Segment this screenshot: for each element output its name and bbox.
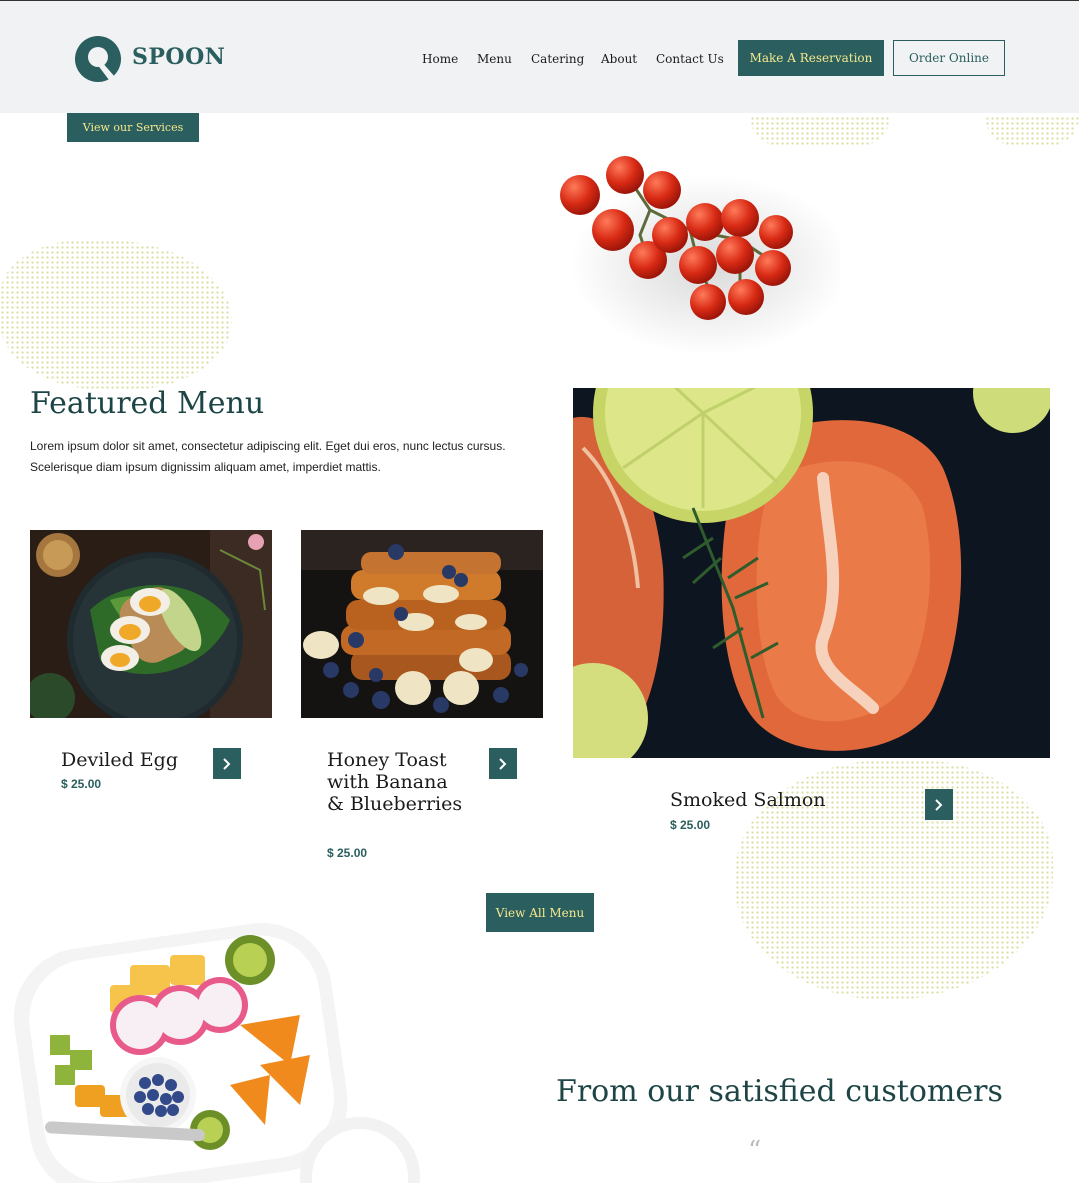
dish-arrow-button[interactable] <box>213 748 241 779</box>
nav-about[interactable]: About <box>601 52 637 66</box>
view-all-menu-button[interactable]: View All Menu <box>486 893 594 932</box>
dish-price: $ 25.00 <box>61 777 102 791</box>
nav-menu[interactable]: Menu <box>477 52 512 66</box>
dish-name[interactable]: Smoked Salmon <box>670 789 890 811</box>
nav-home[interactable]: Home <box>422 52 458 66</box>
site-header: SPOON Home Menu Catering About Contact U… <box>0 1 1079 113</box>
order-online-button[interactable]: Order Online <box>893 40 1005 76</box>
featured-menu-description: Lorem ipsum dolor sit amet, consectetur … <box>30 439 506 474</box>
dish-name[interactable]: Deviled Egg <box>61 749 211 771</box>
dish-price: $ 25.00 <box>327 846 368 860</box>
honey-toast-photo[interactable] <box>301 530 543 718</box>
brand-name[interactable]: SPOON <box>132 44 225 70</box>
chevron-right-icon <box>499 757 507 770</box>
chevron-right-icon <box>935 798 943 811</box>
view-services-button[interactable]: View our Services <box>67 113 199 142</box>
chevron-right-icon <box>223 757 231 770</box>
testimonials-title: From our satisfied customers <box>556 1074 1003 1109</box>
dish-price: $ 25.00 <box>670 818 711 832</box>
make-reservation-button[interactable]: Make A Reservation <box>738 40 884 76</box>
speckle-texture-top-right-2 <box>985 116 1079 146</box>
featured-menu-title: Featured Menu <box>30 386 265 421</box>
quote-icon: “ <box>748 1136 762 1166</box>
spoon-logo-icon[interactable] <box>75 36 121 82</box>
nav-contact[interactable]: Contact Us <box>656 52 724 66</box>
deviled-egg-photo[interactable] <box>30 530 272 718</box>
dish-name[interactable]: Honey Toast with Banana & Blueberries <box>327 749 467 815</box>
speckle-texture-left <box>0 240 232 390</box>
nav-catering[interactable]: Catering <box>531 52 584 66</box>
dish-arrow-button[interactable] <box>925 789 953 820</box>
cherry-tomatoes-image <box>560 156 840 355</box>
fruit-platter-image <box>13 922 420 1183</box>
smoked-salmon-photo[interactable] <box>573 388 1050 758</box>
dish-arrow-button[interactable] <box>489 748 517 779</box>
